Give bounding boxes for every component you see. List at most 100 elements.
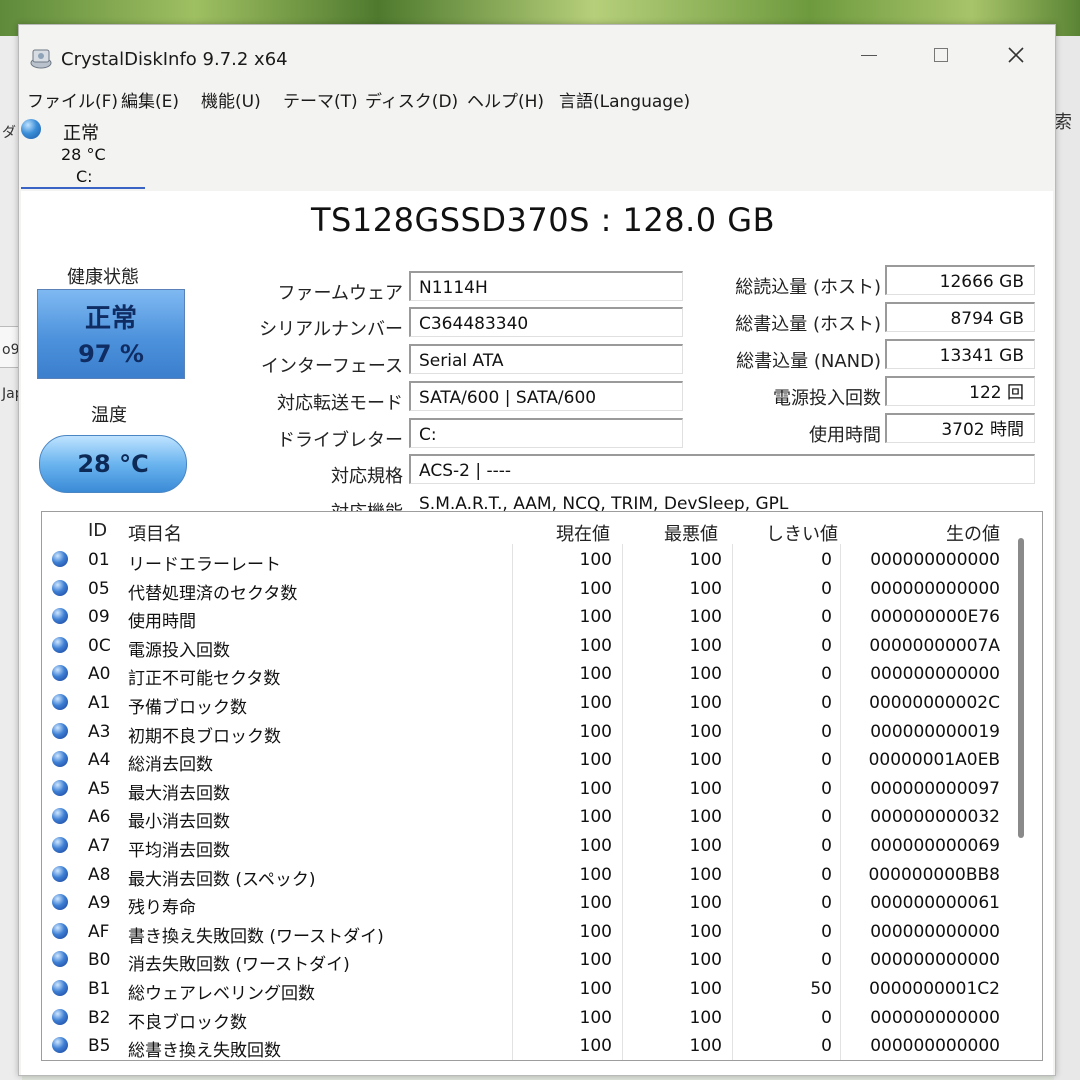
table-row[interactable]: A3 初期不良ブロック数 100 100 0 000000000019 <box>42 718 1018 747</box>
info-label-transfer-mode: 対応転送モード <box>277 393 403 414</box>
menu-language[interactable]: 言語(Language) <box>559 87 690 112</box>
cell-worst: 100 <box>689 778 722 799</box>
header-threshold[interactable]: しきい値 <box>766 520 838 546</box>
cell-id: 09 <box>88 607 110 628</box>
menu-help[interactable]: ヘルプ(H) <box>467 87 544 112</box>
maximize-button[interactable] <box>916 35 966 75</box>
table-row[interactable]: A9 残り寿命 100 100 0 000000000061 <box>42 889 1018 919</box>
menu-function[interactable]: 機能(U) <box>201 87 261 112</box>
table-row[interactable]: B2 不良ブロック数 100 100 0 000000000000 <box>42 1004 1018 1033</box>
cell-current: 100 <box>579 578 612 599</box>
table-row[interactable]: B5 総書き換え失敗回数 100 100 0 000000000000 <box>42 1032 1018 1060</box>
table-row[interactable]: A6 最小消去回数 100 100 0 000000000032 <box>42 803 1018 832</box>
crystaldiskinfo-window: CrystalDiskInfo 9.7.2 x64 ファイル(F) 編集(E) … <box>18 24 1056 1076</box>
table-row[interactable]: AF 書き換え失敗回数 (ワーストダイ) 100 100 0 000000000000 <box>42 918 1018 947</box>
temperature-button[interactable]: 28 °C <box>39 435 187 493</box>
health-percent: 97 % <box>78 340 144 368</box>
table-row[interactable]: A7 平均消去回数 100 100 0 000000000069 <box>42 832 1018 861</box>
cell-id: A3 <box>88 721 111 742</box>
status-dot-icon <box>52 665 68 682</box>
cell-raw: 00000000007A <box>869 635 1000 656</box>
status-dot-icon <box>52 551 68 567</box>
health-label: 健康状態 <box>67 267 139 288</box>
cell-threshold: 0 <box>821 607 832 628</box>
table-row[interactable]: 09 使用時間 100 100 0 000000000E76 <box>42 603 1018 633</box>
menu-theme[interactable]: テーマ(T) <box>283 87 358 112</box>
info-label-power-count: 電源投入回数 <box>773 388 881 409</box>
disk-tab-status: 正常 <box>63 123 99 144</box>
info-value-nand-writes: 13341 GB <box>885 339 1035 369</box>
cell-id: A6 <box>88 807 111 828</box>
menu-disk[interactable]: ディスク(D) <box>365 87 458 112</box>
minimize-button[interactable] <box>844 35 894 75</box>
cell-threshold: 0 <box>821 1007 832 1028</box>
cell-current: 100 <box>579 893 612 914</box>
health-status-button[interactable]: 正常 97 % <box>37 289 185 379</box>
cell-item-name: リードエラーレート <box>128 555 281 575</box>
table-row[interactable]: A4 総消去回数 100 100 0 00000001A0EB <box>42 746 1018 775</box>
table-row[interactable]: A5 最大消去回数 100 100 0 000000000097 <box>42 775 1018 804</box>
table-row[interactable]: 01 リードエラーレート 100 100 0 000000000000 <box>42 546 1018 575</box>
cell-item-name: 最大消去回数 (スペック) <box>128 869 316 890</box>
minimize-icon <box>861 54 877 56</box>
cell-item-name: 不良ブロック数 <box>128 1012 247 1033</box>
cell-current: 100 <box>579 950 612 971</box>
table-row[interactable]: B0 消去失敗回数 (ワーストダイ) 100 100 0 000000000000 <box>42 946 1018 975</box>
cell-item-name: 使用時間 <box>128 612 196 633</box>
vertical-scrollbar[interactable] <box>1018 538 1024 838</box>
cell-item-name: 残り寿命 <box>128 898 196 919</box>
cell-worst: 100 <box>689 607 722 628</box>
selected-tab-indicator <box>21 187 145 189</box>
menu-edit[interactable]: 編集(E) <box>121 87 179 112</box>
disk-tab-drive: C: <box>76 167 93 186</box>
cell-worst: 100 <box>689 807 722 828</box>
cell-current: 100 <box>579 607 612 628</box>
cell-threshold: 0 <box>821 950 832 971</box>
status-dot-icon <box>52 694 68 710</box>
cell-item-name: 平均消去回数 <box>128 841 230 861</box>
menu-file[interactable]: ファイル(F) <box>27 87 118 112</box>
cell-current: 100 <box>579 550 612 570</box>
smart-table[interactable]: ID 項目名 現在値 最悪値 しきい値 生の値 01 リードエラーレート 100 10… <box>41 511 1043 1061</box>
table-row[interactable]: B1 総ウェアレベリング回数 100 100 50 0000000001C2 <box>42 975 1018 1004</box>
disk-tab-temperature: 28 °C <box>61 145 106 164</box>
table-row[interactable]: 05 代替処理済のセクタ数 100 100 0 000000000000 <box>42 575 1018 604</box>
info-label-interface: インターフェース <box>260 356 403 377</box>
table-row[interactable]: A1 予備ブロック数 100 100 0 00000000002C <box>42 689 1018 718</box>
info-value-standard: ACS-2 | ---- <box>409 454 1035 484</box>
cell-item-name: 予備ブロック数 <box>128 698 247 718</box>
disk-tab-c[interactable]: 正常 28 °C C: <box>19 113 145 189</box>
table-row[interactable]: A0 訂正不可能セクタ数 100 100 0 000000000000 <box>42 660 1018 689</box>
table-row[interactable]: A8 最大消去回数 (スペック) 100 100 0 000000000BB8 <box>42 861 1018 890</box>
cell-raw: 000000000000 <box>870 1036 1000 1057</box>
status-dot-icon <box>52 1008 68 1025</box>
table-row[interactable]: 0C 電源投入回数 100 100 0 00000000007A <box>42 632 1018 661</box>
info-value-transfer-mode: SATA/600 | SATA/600 <box>409 381 683 411</box>
header-item-name[interactable]: 項目名 <box>128 520 182 546</box>
cell-threshold: 0 <box>821 664 832 685</box>
status-dot-icon <box>52 865 68 882</box>
title-bar[interactable]: CrystalDiskInfo 9.7.2 x64 <box>19 25 1055 81</box>
status-dot-icon <box>52 722 68 739</box>
info-label-drive-letter: ドライブレター <box>277 430 403 451</box>
close-button[interactable] <box>991 35 1041 75</box>
background-text-fragment: ダ <box>2 125 16 141</box>
cell-current: 100 <box>579 693 612 713</box>
cell-id: A9 <box>88 893 111 914</box>
cell-raw: 00000001A0EB <box>868 750 1000 771</box>
cell-item-name: 最大消去回数 <box>128 783 230 804</box>
header-raw[interactable]: 生の値 <box>946 520 1000 546</box>
header-current[interactable]: 現在値 <box>556 520 610 546</box>
header-worst[interactable]: 最悪値 <box>664 520 718 546</box>
cell-raw: 000000000019 <box>870 721 1000 742</box>
disk-details-panel: TS128GSSD370S : 128.0 GB 健康状態 正常 97 % 温度… <box>21 191 1053 1075</box>
cell-raw: 000000000000 <box>870 550 1000 570</box>
cell-raw: 00000000002C <box>869 693 1000 713</box>
cell-raw: 000000000BB8 <box>868 864 1000 885</box>
header-id[interactable]: ID <box>88 520 107 541</box>
cell-raw: 000000000061 <box>870 893 1000 914</box>
info-value-firmware: N1114H <box>409 271 683 301</box>
cell-worst: 100 <box>689 578 722 599</box>
cell-raw: 000000000000 <box>870 950 1000 971</box>
cell-worst: 100 <box>689 664 722 685</box>
